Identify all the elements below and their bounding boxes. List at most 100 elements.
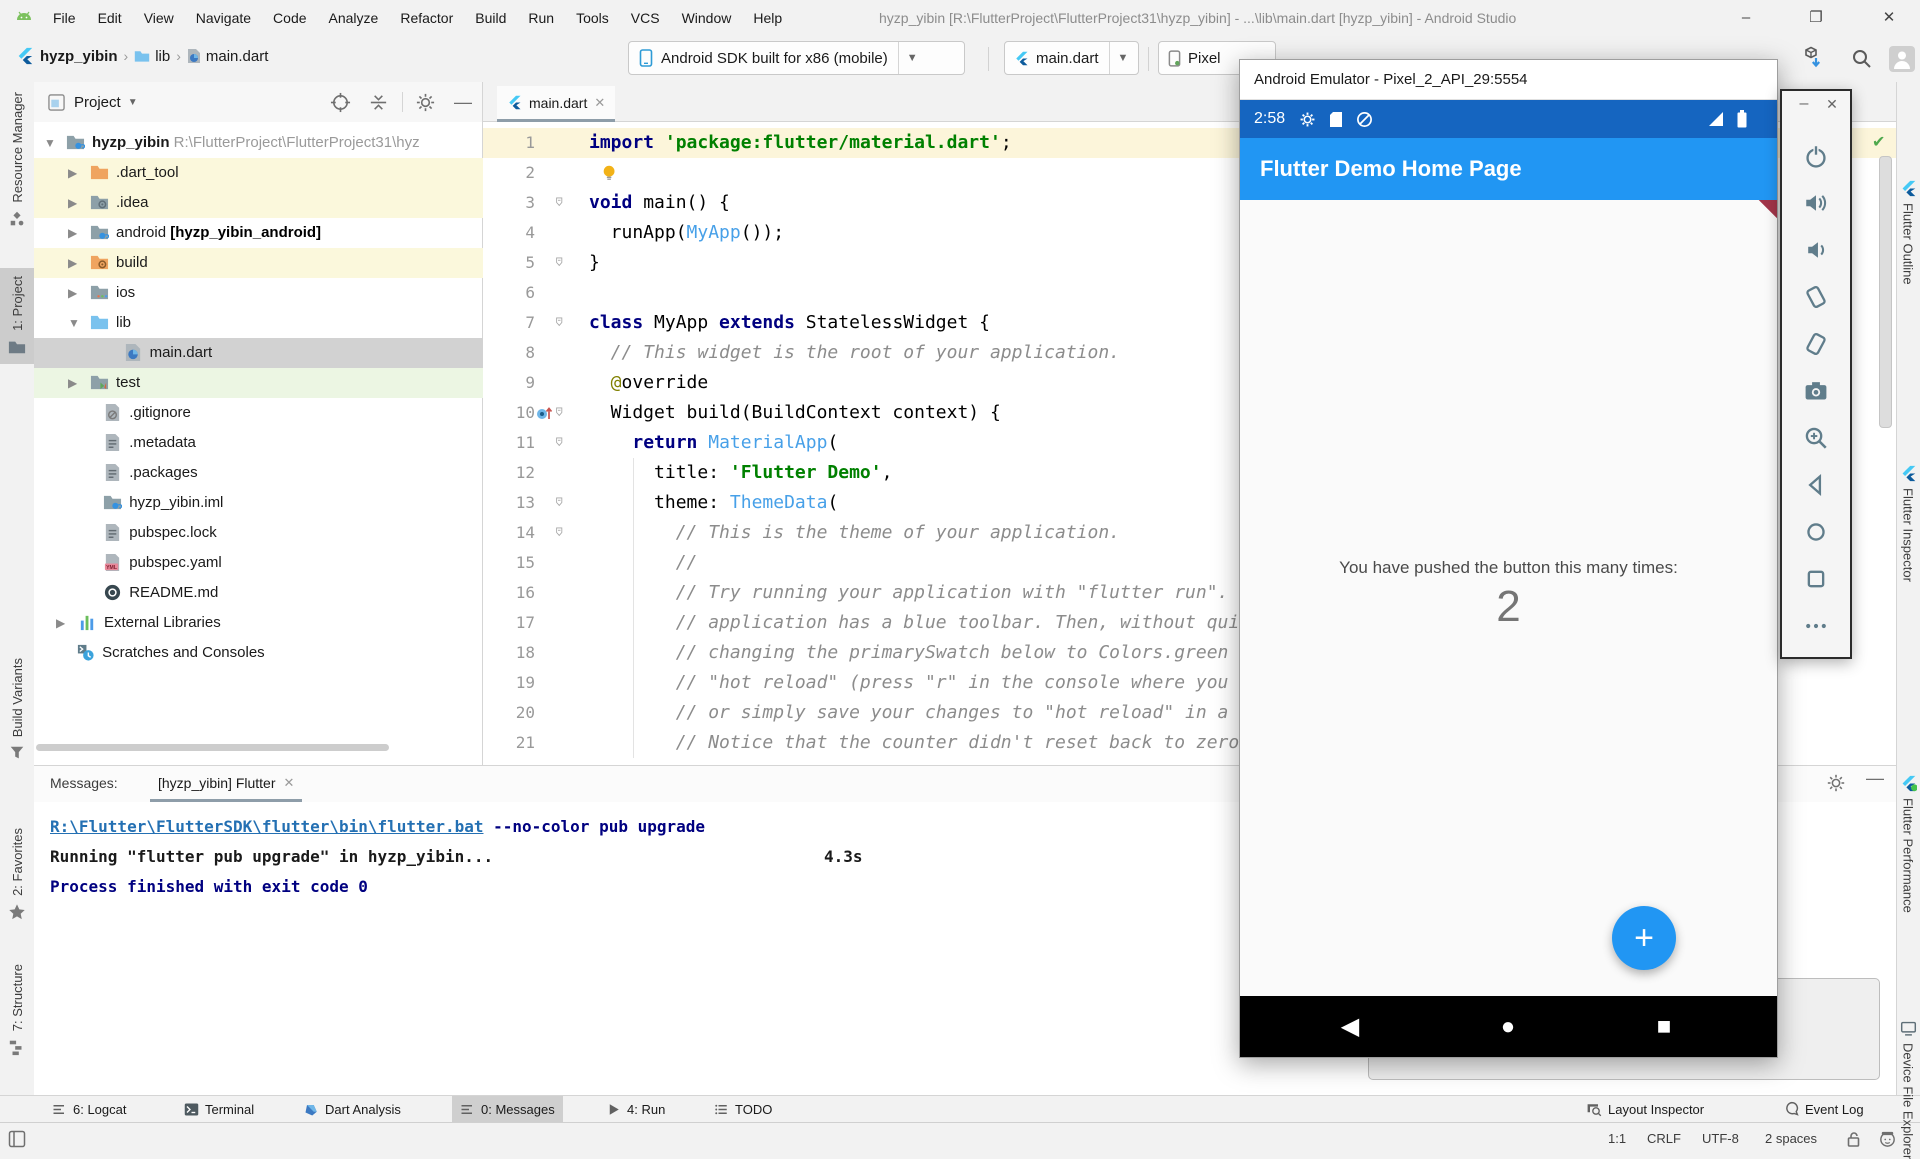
tab-main-dart[interactable]: main.dart ✕ [497, 86, 615, 122]
tree-item-ios[interactable]: ▶ios [34, 278, 483, 308]
emulator-title-bar[interactable]: Android Emulator - Pixel_2_API_29:5554 [1240, 60, 1777, 100]
emulator-minimize-button[interactable]: – [1792, 95, 1816, 113]
tool-window-button-dart-analysis[interactable]: Dart Analysis [296, 1096, 409, 1122]
tree-item--dart-tool[interactable]: ▶.dart_tool [34, 158, 483, 188]
back-button[interactable]: ◀ [1330, 996, 1370, 1057]
expand-arrow-icon[interactable]: ▶ [68, 158, 77, 188]
expand-arrow-icon[interactable]: ▶ [68, 248, 77, 278]
breadcrumb-file[interactable]: main.dart [206, 48, 269, 65]
ide-fatal-errors-icon[interactable] [1878, 1129, 1897, 1148]
unlock-icon[interactable] [1846, 1131, 1862, 1148]
caret-position[interactable]: 1:1 [1608, 1123, 1626, 1155]
expand-arrow-icon[interactable]: ▶ [68, 218, 77, 248]
expand-arrow-icon[interactable]: ▶ [68, 278, 77, 308]
locate-file-icon[interactable] [330, 92, 351, 113]
fold-marker-icon[interactable] [555, 316, 568, 331]
fold-marker-icon[interactable] [555, 526, 568, 541]
tool-window-tab-resource-manager[interactable]: Resource Manager [0, 92, 34, 228]
breadcrumb-project[interactable]: hyzp_yibin [40, 48, 118, 65]
tree-item-external-libraries[interactable]: ▶External Libraries [34, 608, 483, 638]
tree-item--gitignore[interactable]: .gitignore [34, 398, 483, 428]
close-button[interactable]: ✕ [1866, 0, 1912, 36]
tool-window-button-terminal[interactable]: Terminal [176, 1096, 262, 1122]
fold-marker-icon[interactable] [555, 496, 568, 511]
menu-item-code[interactable]: Code [262, 10, 317, 26]
expand-arrow-icon[interactable]: ▶ [68, 188, 77, 218]
fold-marker-icon[interactable] [555, 256, 568, 271]
menu-item-view[interactable]: View [133, 10, 185, 26]
tree-item-pubspec-yaml[interactable]: YMLpubspec.yaml [34, 548, 483, 578]
rotate-right-button[interactable] [1782, 331, 1850, 357]
breadcrumb-dir[interactable]: lib [155, 48, 170, 65]
menu-item-refactor[interactable]: Refactor [389, 10, 464, 26]
tree-item-build[interactable]: ▶build [34, 248, 483, 278]
gear-icon[interactable] [415, 92, 436, 113]
tree-item-hyzp-yibin-iml[interactable]: hyzp_yibin.iml [34, 488, 483, 518]
volume-up-button[interactable] [1782, 190, 1850, 216]
project-view-label[interactable]: Project [74, 94, 121, 111]
menu-item-tools[interactable]: Tools [565, 10, 620, 26]
tool-window-tab-1-project[interactable]: 1: Project [0, 268, 34, 364]
tool-window-tab-2-favorites[interactable]: 2: Favorites [0, 828, 34, 921]
emulator-screen[interactable]: DEBUG 2:58 Flutter Demo Home Page You ha… [1240, 100, 1777, 1057]
file-encoding[interactable]: UTF-8 [1702, 1123, 1739, 1155]
minimize-button[interactable]: – [1723, 0, 1769, 36]
tool-window-button-todo[interactable]: TODO [706, 1096, 780, 1122]
overrides-method-icon[interactable] [535, 405, 553, 421]
chevron-down-icon[interactable]: ▼ [128, 97, 138, 108]
menu-item-navigate[interactable]: Navigate [185, 10, 262, 26]
home-button[interactable] [1782, 519, 1850, 545]
tree-item--packages[interactable]: .packages [34, 458, 483, 488]
menu-item-analyze[interactable]: Analyze [318, 10, 390, 26]
tool-window-tab-7-structure[interactable]: 7: Structure [0, 964, 34, 1056]
volume-down-button[interactable] [1782, 237, 1850, 263]
avatar[interactable] [1888, 45, 1916, 73]
flutter-bat-link[interactable]: R:\Flutter\FlutterSDK\flutter\bin\flutte… [50, 817, 483, 836]
screenshot-button[interactable] [1782, 378, 1850, 404]
device-selector[interactable]: Android SDK built for x86 (mobile) ▼ [628, 41, 965, 75]
collapse-arrow-icon[interactable]: ▼ [68, 308, 80, 338]
inspections-ok-icon[interactable]: ✔ [1872, 132, 1885, 152]
menu-item-window[interactable]: Window [671, 10, 743, 26]
sdk-manager-icon[interactable] [1798, 46, 1824, 72]
rotate-left-button[interactable] [1782, 284, 1850, 310]
tool-window-tab-device-file-explorer[interactable]: Device File Explorer [1896, 1020, 1920, 1159]
tool-window-button-run[interactable]: 4: Run [598, 1096, 673, 1122]
close-tab-icon[interactable]: ✕ [594, 95, 605, 111]
fold-marker-icon[interactable] [555, 436, 568, 451]
tool-window-tab-flutter-outline[interactable]: Flutter Outline [1896, 180, 1920, 285]
fold-marker-icon[interactable] [555, 196, 568, 211]
search-icon[interactable] [1850, 47, 1874, 71]
tool-window-tab-flutter-inspector[interactable]: Flutter Inspector [1896, 465, 1920, 582]
menu-item-vcs[interactable]: VCS [620, 10, 671, 26]
run-config-selector[interactable]: main.dart ▼ [1004, 41, 1139, 75]
home-button[interactable]: ● [1488, 996, 1528, 1057]
gear-icon[interactable] [1826, 773, 1846, 793]
tool-window-button-logcat[interactable]: 6: Logcat [44, 1096, 135, 1122]
zoom-button[interactable] [1782, 425, 1850, 451]
menu-item-edit[interactable]: Edit [87, 10, 133, 26]
tree-item-readme-md[interactable]: README.md [34, 578, 483, 608]
tree-item--idea[interactable]: ▶.idea [34, 188, 483, 218]
emulator-close-button[interactable]: ✕ [1820, 96, 1844, 113]
menu-item-help[interactable]: Help [742, 10, 793, 26]
close-tab-icon[interactable]: ✕ [284, 775, 295, 791]
tree-item-main-dart[interactable]: main.dart [34, 338, 483, 368]
tool-window-button-layout-inspector[interactable]: Layout Inspector [1578, 1096, 1712, 1122]
maximize-button[interactable]: ❐ [1793, 0, 1839, 36]
tree-item-pubspec-lock[interactable]: pubspec.lock [34, 518, 483, 548]
hide-panel-icon[interactable]: — [454, 92, 472, 113]
tree-item-scratches-and-consoles[interactable]: Scratches and Consoles [34, 638, 483, 668]
collapse-all-icon[interactable] [368, 92, 389, 113]
tree-item-test[interactable]: ▶test [34, 368, 483, 398]
menu-item-run[interactable]: Run [517, 10, 565, 26]
tool-window-toggle-icon[interactable] [8, 1130, 26, 1148]
tree-item-hyzp-yibin[interactable]: ▼hyzp_yibin R:\FlutterProject\FlutterPro… [34, 128, 483, 158]
horizontal-scrollbar[interactable] [36, 744, 389, 751]
expand-arrow-icon[interactable]: ▶ [68, 368, 77, 398]
tool-window-button-event-log[interactable]: Event Log [1775, 1096, 1872, 1122]
intention-bulb-icon[interactable] [601, 164, 619, 182]
power-button[interactable] [1782, 143, 1850, 169]
editor-scrollbar[interactable] [1879, 156, 1892, 428]
increment-fab[interactable]: + [1612, 906, 1676, 970]
